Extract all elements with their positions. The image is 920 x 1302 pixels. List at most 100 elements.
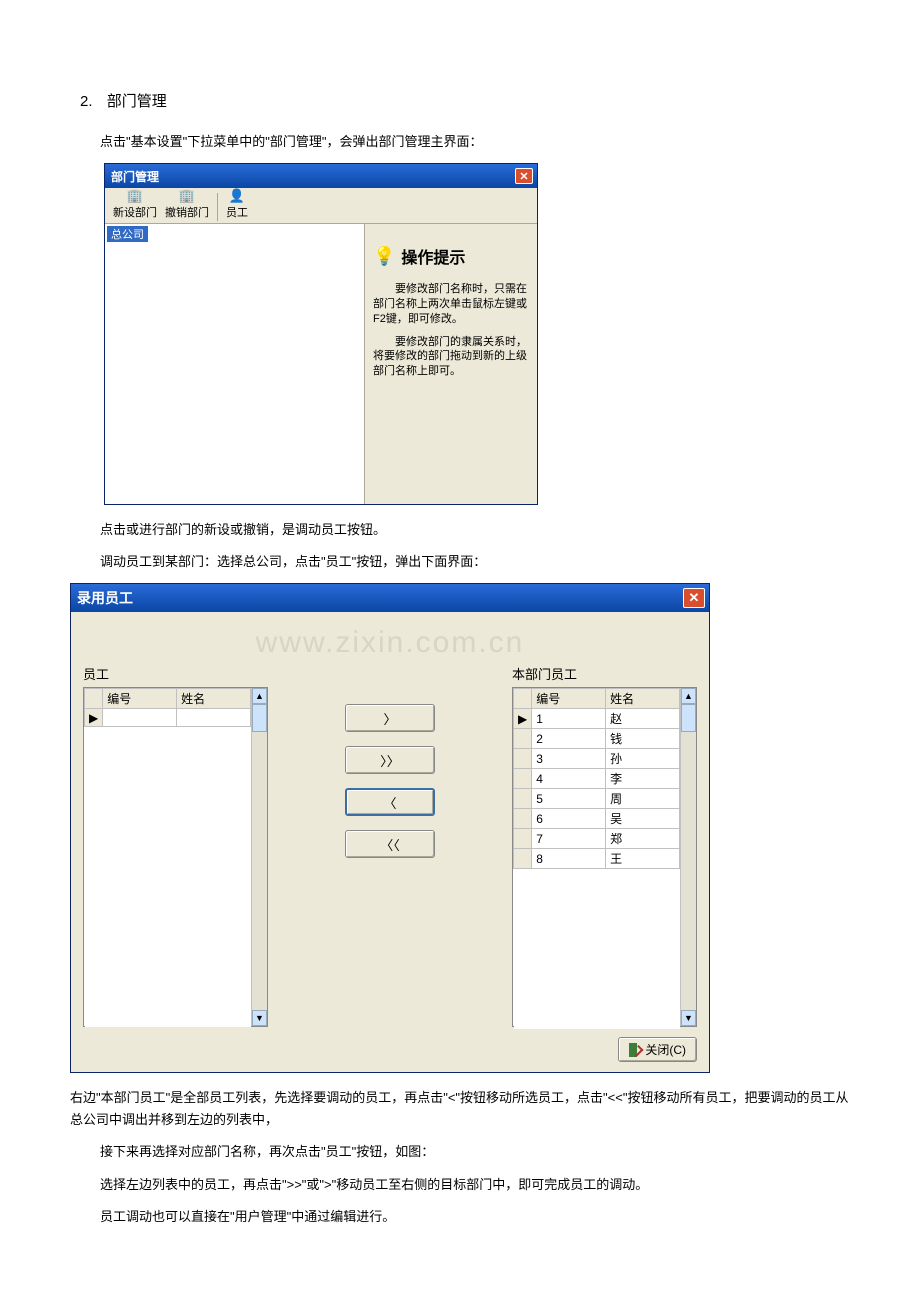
move-left-all-button[interactable]: 〈〈 <box>345 830 435 858</box>
cell-name[interactable]: 王 <box>606 849 680 869</box>
scroll-track[interactable] <box>681 732 696 1010</box>
lists-row: 员工 编号 姓名 ▶ <box>83 664 697 1027</box>
left-scrollbar[interactable]: ▲ ▼ <box>251 688 267 1026</box>
grid-filler <box>514 869 680 1029</box>
cell-name[interactable]: 孙 <box>606 749 680 769</box>
table-row[interactable]: 8王 <box>514 849 680 869</box>
grid-filler <box>85 727 251 1027</box>
col-name[interactable]: 姓名 <box>606 689 680 709</box>
employee-icon: 👤 <box>228 188 246 204</box>
exit-door-icon <box>629 1043 641 1057</box>
new-dept-button[interactable]: 🏢 新设部门 <box>109 187 161 221</box>
right-grid[interactable]: 编号 姓名 ▶1赵2钱3孙4李5周6吴7郑8王 ▲ ▼ <box>512 687 697 1027</box>
section-heading: 2. 部门管理 <box>70 90 850 111</box>
titlebar[interactable]: 部门管理 ✕ <box>105 164 537 188</box>
cell-name[interactable]: 郑 <box>606 829 680 849</box>
move-right-all-button[interactable]: 〉〉 <box>345 746 435 774</box>
cell-id[interactable]: 2 <box>532 729 606 749</box>
table-row[interactable]: 3孙 <box>514 749 680 769</box>
window-footer: 关闭(C) <box>83 1037 697 1062</box>
col-id[interactable]: 编号 <box>532 689 606 709</box>
row-header <box>514 809 532 829</box>
close-button-label: 关闭(C) <box>645 1041 686 1058</box>
row-header <box>514 849 532 869</box>
close-icon[interactable]: ✕ <box>515 168 533 184</box>
row-pointer-icon: ▶ <box>85 709 103 727</box>
tips-panel: 💡 操作提示 要修改部门名称时，只需在部门名称上两次单击鼠标左键或F2键，即可修… <box>365 224 537 504</box>
window-main: 总公司 💡 操作提示 要修改部门名称时，只需在部门名称上两次单击鼠标左键或F2键… <box>105 224 537 504</box>
cell-name[interactable]: 钱 <box>606 729 680 749</box>
watermark-text: www.zixin.com.cn <box>83 626 697 660</box>
cell-id[interactable]: 3 <box>532 749 606 769</box>
dept-tree[interactable]: 总公司 <box>105 224 365 504</box>
close-icon[interactable]: ✕ <box>683 588 705 608</box>
scroll-thumb[interactable] <box>681 704 696 732</box>
scroll-up-icon[interactable]: ▲ <box>252 688 267 704</box>
grid-header-row: 编号 姓名 <box>514 689 680 709</box>
tip-heading: 💡 操作提示 <box>373 244 529 268</box>
cell-id[interactable]: 4 <box>532 769 606 789</box>
tip-paragraph-1: 要修改部门名称时，只需在部门名称上两次单击鼠标左键或F2键，即可修改。 <box>373 282 529 327</box>
tip-body: 要修改部门名称时，只需在部门名称上两次单击鼠标左键或F2键，即可修改。 要修改部… <box>373 282 529 379</box>
col-name[interactable]: 姓名 <box>177 689 251 709</box>
tree-root-node[interactable]: 总公司 <box>107 226 148 242</box>
table-row[interactable]: 7郑 <box>514 829 680 849</box>
window-body: www.zixin.com.cn 员工 编号 姓名 ▶ <box>71 612 709 1072</box>
scroll-down-icon[interactable]: ▼ <box>681 1010 696 1026</box>
cell-name[interactable]: 吴 <box>606 809 680 829</box>
del-dept-button[interactable]: 🏢 撤销部门 <box>161 187 213 221</box>
table-row[interactable]: 6吴 <box>514 809 680 829</box>
lightbulb-icon: 💡 <box>373 246 395 267</box>
cell-id[interactable]: 5 <box>532 789 606 809</box>
right-list-title: 本部门员工 <box>512 664 697 683</box>
row-header <box>514 749 532 769</box>
right-scrollbar[interactable]: ▲ ▼ <box>680 688 696 1026</box>
cell-id[interactable]: 6 <box>532 809 606 829</box>
cell-name[interactable]: 赵 <box>606 709 680 729</box>
table-row[interactable]: ▶ <box>85 709 251 727</box>
cell-name[interactable]: 周 <box>606 789 680 809</box>
window-title: 部门管理 <box>111 168 159 185</box>
close-window-button[interactable]: 关闭(C) <box>618 1037 697 1062</box>
paragraph-5: 接下来再选择对应部门名称，再次点击"员工"按钮，如图： <box>100 1141 850 1163</box>
row-header-blank <box>85 689 103 709</box>
row-pointer-icon: ▶ <box>514 709 532 729</box>
scroll-down-icon[interactable]: ▼ <box>252 1010 267 1026</box>
table-row[interactable]: 5周 <box>514 789 680 809</box>
table-row[interactable]: ▶1赵 <box>514 709 680 729</box>
new-dept-label: 新设部门 <box>113 204 157 220</box>
window-dept-mgmt: 部门管理 ✕ 🏢 新设部门 🏢 撤销部门 👤 员工 总公司 <box>104 163 538 505</box>
right-grid-table[interactable]: 编号 姓名 ▶1赵2钱3孙4李5周6吴7郑8王 <box>513 688 680 1029</box>
cell-name[interactable]: 李 <box>606 769 680 789</box>
right-list-column: 本部门员工 编号 姓名 ▶1赵2钱3孙4李5周6吴7郑8王 ▲ ▼ <box>512 664 697 1027</box>
employee-label: 员工 <box>226 204 248 220</box>
move-right-button[interactable]: 〉 <box>345 704 435 732</box>
del-dept-label: 撤销部门 <box>165 204 209 220</box>
row-header <box>514 829 532 849</box>
scroll-up-icon[interactable]: ▲ <box>681 688 696 704</box>
paragraph-6: 选择左边列表中的员工，再点击">>"或">"移动员工至右侧的目标部门中，即可完成… <box>100 1174 850 1196</box>
cell-name[interactable] <box>177 709 251 727</box>
col-id[interactable]: 编号 <box>103 689 177 709</box>
window-title: 录用员工 <box>77 588 133 608</box>
left-grid[interactable]: 编号 姓名 ▶ ▲ ▼ <box>83 687 268 1027</box>
move-buttons-column: 〉 〉〉 〈 〈〈 <box>268 664 512 858</box>
table-row[interactable]: 2钱 <box>514 729 680 749</box>
paragraph-3: 调动员工到某部门：选择总公司，点击"员工"按钮，弹出下面界面： <box>100 551 850 573</box>
cell-id[interactable]: 1 <box>532 709 606 729</box>
row-header-blank <box>514 689 532 709</box>
cell-id[interactable]: 8 <box>532 849 606 869</box>
cell-id[interactable]: 7 <box>532 829 606 849</box>
left-grid-table[interactable]: 编号 姓名 ▶ <box>84 688 251 1027</box>
scroll-thumb[interactable] <box>252 704 267 732</box>
paragraph-4: 右边"本部门员工"是全部员工列表，先选择要调动的员工，再点击"<"按钮移动所选员… <box>70 1087 850 1131</box>
table-row[interactable]: 4李 <box>514 769 680 789</box>
move-left-button[interactable]: 〈 <box>345 788 435 816</box>
grid-header-row: 编号 姓名 <box>85 689 251 709</box>
scroll-track[interactable] <box>252 732 267 1010</box>
titlebar[interactable]: 录用员工 ✕ <box>71 584 709 612</box>
employee-button[interactable]: 👤 员工 <box>222 187 252 221</box>
row-header <box>514 769 532 789</box>
cell-id[interactable] <box>103 709 177 727</box>
section-number: 2. <box>80 93 93 110</box>
